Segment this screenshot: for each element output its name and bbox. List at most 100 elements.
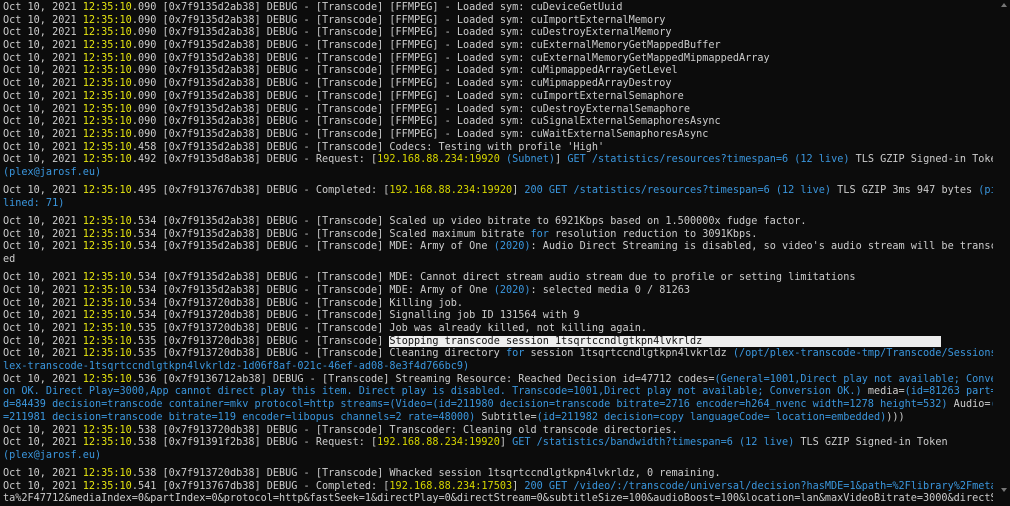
log-text: Oct 10, 2021 bbox=[3, 297, 83, 309]
log-line[interactable]: ed bbox=[3, 254, 993, 267]
log-line[interactable]: Oct 10, 2021 12:35:10.090 [0x7f9135d2ab3… bbox=[3, 65, 993, 78]
log-text: for bbox=[505, 348, 525, 360]
log-text: Oct 10, 2021 bbox=[3, 284, 83, 296]
log-text: ] bbox=[512, 480, 525, 492]
log-text: media= bbox=[861, 386, 905, 398]
log-line[interactable]: Oct 10, 2021 12:35:10.534 [0x7f9135d2ab3… bbox=[3, 216, 993, 229]
log-text: 12:35:10 bbox=[82, 216, 132, 227]
log-text: .090 [0x7f9135d2ab38] DEBUG - [Transcode… bbox=[131, 78, 672, 90]
log-line[interactable]: lex-transcode-1tsqrtccndlgtkpn4lvkrldz-1… bbox=[3, 361, 993, 374]
log-line[interactable]: (plex@jarosf.eu) bbox=[3, 167, 993, 180]
log-text: 12:35:10 bbox=[82, 284, 132, 296]
log-text: 12:35:10 bbox=[82, 348, 132, 360]
log-text: Oct 10, 2021 bbox=[3, 141, 83, 153]
log-text: .534 [0x7f9135d2ab38] DEBUG - [Transcode… bbox=[131, 272, 856, 284]
log-text: .541 [0x7f913767db38] DEBUG - Completed:… bbox=[131, 480, 390, 492]
log-text: .534 [0x7f913720db38] DEBUG - [Transcode… bbox=[131, 310, 580, 322]
log-text: .535 [0x7f913720db38] DEBUG - [Transcode… bbox=[131, 348, 506, 360]
log-line[interactable]: Oct 10, 2021 12:35:10.534 [0x7f9135d2ab3… bbox=[3, 241, 993, 254]
scroll-down-arrow-icon[interactable] bbox=[1001, 488, 1007, 492]
log-line[interactable]: Oct 10, 2021 12:35:10.534 [0x7f9135d2ab3… bbox=[3, 285, 993, 298]
log-line[interactable]: Oct 10, 2021 12:35:10.090 [0x7f9135d2ab3… bbox=[3, 78, 993, 91]
log-text: session 1tsqrtccndlgtkpn4lvkrldz bbox=[524, 348, 733, 360]
log-line[interactable]: Oct 10, 2021 12:35:10.534 [0x7f9135d2ab3… bbox=[3, 272, 993, 285]
log-text: Oct 10, 2021 bbox=[3, 335, 83, 347]
log-line[interactable]: Oct 10, 2021 12:35:10.534 [0x7f9135d2ab3… bbox=[3, 229, 993, 242]
log-text: 12:35:10 bbox=[82, 272, 132, 284]
log-text: 12:35:10 bbox=[82, 40, 132, 52]
log-line[interactable]: (plex@jarosf.eu) bbox=[3, 450, 993, 463]
log-line[interactable]: Oct 10, 2021 12:35:10.538 [0x7f913720db3… bbox=[3, 468, 993, 481]
log-text: 12:35:10 bbox=[82, 141, 132, 153]
log-text: Oct 10, 2021 bbox=[3, 241, 83, 253]
log-line[interactable]: ta%2F47712&mediaIndex=0&partIndex=0&prot… bbox=[3, 493, 993, 506]
log-text: : Audio Direct Streaming is disabled, so… bbox=[530, 241, 994, 253]
log-line[interactable]: Oct 10, 2021 12:35:10.090 [0x7f9135d2ab3… bbox=[3, 129, 993, 142]
log-text: .538 [0x7f913720db38] DEBUG - [Transcode… bbox=[131, 424, 678, 436]
log-line[interactable]: Oct 10, 2021 12:35:10.090 [0x7f9135d2ab3… bbox=[3, 91, 993, 104]
log-text: resolution reduction to 3091Kbps. bbox=[548, 228, 758, 240]
log-text: ] bbox=[555, 154, 568, 166]
log-text: .090 [0x7f9135d2ab38] DEBUG - [Transcode… bbox=[131, 116, 721, 128]
log-text: .090 [0x7f9135d2ab38] DEBUG - [Transcode… bbox=[131, 90, 684, 102]
log-text: .090 [0x7f9135d2ab38] DEBUG - [Transcode… bbox=[131, 128, 709, 140]
log-text: (General=1001,Direct play not available;… bbox=[714, 373, 994, 385]
log-line[interactable]: on OK. Direct Play=3000,App cannot direc… bbox=[3, 386, 993, 399]
log-line[interactable]: Oct 10, 2021 12:35:10.538 [0x7f91391f2b3… bbox=[3, 437, 993, 450]
log-line[interactable]: Oct 10, 2021 12:35:10.541 [0x7f913767db3… bbox=[3, 481, 993, 494]
log-text: .090 [0x7f9135d2ab38] DEBUG - [Transcode… bbox=[131, 52, 770, 64]
log-line[interactable]: Oct 10, 2021 12:35:10.535 [0x7f913720db3… bbox=[3, 348, 993, 361]
log-text: Oct 10, 2021 bbox=[3, 424, 83, 436]
log-text: ))) bbox=[886, 411, 905, 423]
log-text: 200 GET /video/:/transcode/universal/dec… bbox=[524, 480, 993, 492]
log-line[interactable]: Oct 10, 2021 12:35:10.090 [0x7f9135d2ab3… bbox=[3, 15, 993, 28]
log-text: .535 [0x7f913720db38] DEBUG - [Transcode… bbox=[131, 335, 390, 347]
log-text: TLS GZIP 3ms 947 bytes bbox=[831, 185, 979, 197]
scroll-up-arrow-icon[interactable] bbox=[1001, 3, 1007, 7]
log-line[interactable]: Oct 10, 2021 12:35:10.458 [0x7f9135d2ab3… bbox=[3, 142, 993, 155]
scrollbar[interactable] bbox=[998, 0, 1010, 495]
log-line[interactable]: Oct 10, 2021 12:35:10.090 [0x7f9135d2ab3… bbox=[3, 27, 993, 40]
log-line[interactable]: Oct 10, 2021 12:35:10.534 [0x7f913720db3… bbox=[3, 310, 993, 323]
log-line[interactable]: Oct 10, 2021 12:35:10.090 [0x7f9135d2ab3… bbox=[3, 53, 993, 66]
log-line[interactable]: Oct 10, 2021 12:35:10.492 [0x7f9135d8ab3… bbox=[3, 154, 993, 167]
log-text: .534 [0x7f9135d2ab38] DEBUG - [Transcode… bbox=[131, 241, 494, 253]
log-text: Oct 10, 2021 bbox=[3, 2, 83, 13]
log-line[interactable]: lined: 71) bbox=[3, 198, 993, 211]
log-text: 12:35:10 bbox=[82, 468, 132, 480]
log-line[interactable]: Oct 10, 2021 12:35:10.090 [0x7f9135d2ab3… bbox=[3, 104, 993, 117]
log-line[interactable]: Oct 10, 2021 12:35:10.090 [0x7f9135d2ab3… bbox=[3, 2, 993, 15]
log-text: 12:35:10 bbox=[82, 116, 132, 128]
log-text: 192.168.88.234:19920 bbox=[389, 185, 513, 197]
log-line[interactable]: Oct 10, 2021 12:35:10.090 [0x7f9135d2ab3… bbox=[3, 116, 993, 129]
log-text: Oct 10, 2021 bbox=[3, 348, 83, 360]
log-text: 12:35:10 bbox=[82, 228, 132, 240]
log-text: 12:35:10 bbox=[82, 2, 132, 13]
log-text: d=84439 decision=transcode container=mkv… bbox=[3, 399, 948, 411]
log-line[interactable]: Oct 10, 2021 12:35:10.090 [0x7f9135d2ab3… bbox=[3, 40, 993, 53]
log-line[interactable]: =211981 decision=transcode bitrate=119 e… bbox=[3, 412, 993, 425]
log-line[interactable]: Oct 10, 2021 12:35:10.535 [0x7f913720db3… bbox=[3, 335, 993, 349]
log-text: .538 [0x7f91391f2b38] DEBUG - Request: [ bbox=[131, 437, 378, 449]
terminal-output[interactable]: Oct 10, 2021 12:35:10.090 [0x7f9135d2ab3… bbox=[3, 2, 993, 506]
log-line[interactable]: Oct 10, 2021 12:35:10.536 [0x7f9136712ab… bbox=[3, 374, 993, 387]
log-text: on OK. Direct Play=3000,App cannot direc… bbox=[3, 386, 862, 398]
log-text: Oct 10, 2021 bbox=[3, 272, 83, 284]
log-text: (2020) bbox=[493, 241, 531, 253]
log-text: 12:35:10 bbox=[82, 335, 132, 347]
log-text: ed bbox=[3, 254, 16, 266]
log-text: lex-transcode-1tsqrtccndlgtkpn4lvkrldz-1… bbox=[3, 361, 470, 373]
log-line[interactable]: Oct 10, 2021 12:35:10.534 [0x7f913720db3… bbox=[3, 298, 993, 311]
log-text: Oct 10, 2021 bbox=[3, 52, 83, 64]
log-text: 192.168.88.234:17503 bbox=[389, 480, 513, 492]
log-line[interactable]: Oct 10, 2021 12:35:10.495 [0x7f913767db3… bbox=[3, 185, 993, 198]
log-line[interactable]: d=84439 decision=transcode container=mkv… bbox=[3, 399, 993, 412]
log-text: TLS GZIP Signed-in Token bbox=[849, 154, 993, 166]
log-text: 12:35:10 bbox=[82, 241, 132, 253]
log-line[interactable]: Oct 10, 2021 12:35:10.538 [0x7f913720db3… bbox=[3, 425, 993, 438]
log-line[interactable]: Oct 10, 2021 12:35:10.535 [0x7f913720db3… bbox=[3, 323, 993, 336]
log-text: .534 [0x7f9135d2ab38] DEBUG - [Transcode… bbox=[131, 228, 531, 240]
log-text: for bbox=[530, 228, 549, 240]
log-text: (2020) bbox=[493, 284, 531, 296]
log-text: (Subnet) bbox=[505, 154, 556, 166]
